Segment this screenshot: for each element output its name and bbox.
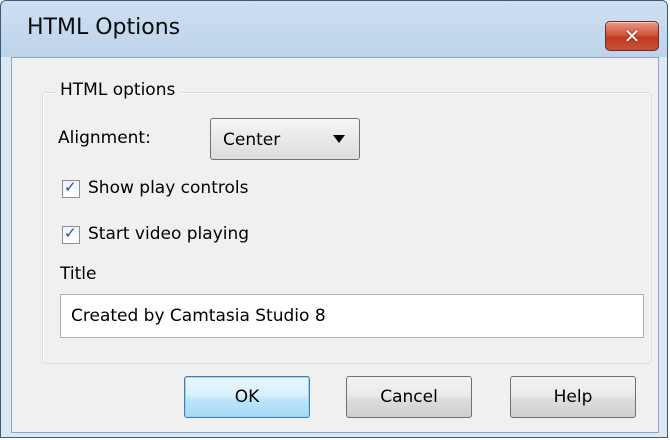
checkmark-icon: ✓ bbox=[64, 178, 77, 196]
show-play-controls-label[interactable]: Show play controls bbox=[88, 178, 248, 198]
group-label: HTML options bbox=[56, 80, 180, 100]
alignment-value: Center bbox=[223, 130, 281, 150]
title-bar[interactable]: HTML Options ✕ bbox=[1, 1, 667, 57]
close-button[interactable]: ✕ bbox=[605, 21, 659, 51]
title-label: Title bbox=[60, 264, 97, 284]
show-play-controls-checkbox[interactable]: ✓ bbox=[62, 178, 80, 198]
close-icon: ✕ bbox=[623, 24, 641, 48]
help-button[interactable]: Help bbox=[510, 376, 636, 418]
start-video-playing-checkbox[interactable]: ✓ bbox=[62, 224, 80, 244]
title-field[interactable] bbox=[60, 294, 644, 338]
cancel-button[interactable]: Cancel bbox=[346, 376, 472, 418]
window-title: HTML Options bbox=[27, 15, 181, 40]
checkmark-icon: ✓ bbox=[64, 224, 77, 242]
dialog-body: HTML options Alignment: Center ✓ Show pl… bbox=[11, 57, 659, 433]
title-input[interactable] bbox=[61, 295, 643, 337]
alignment-label: Alignment: bbox=[58, 128, 151, 148]
dialog-window: HTML Options ✕ HTML options Alignment: C… bbox=[0, 0, 668, 438]
ok-button[interactable]: OK bbox=[184, 376, 310, 418]
start-video-playing-label[interactable]: Start video playing bbox=[88, 224, 249, 244]
dropdown-arrow-icon bbox=[333, 135, 345, 143]
alignment-dropdown[interactable]: Center bbox=[210, 118, 360, 160]
